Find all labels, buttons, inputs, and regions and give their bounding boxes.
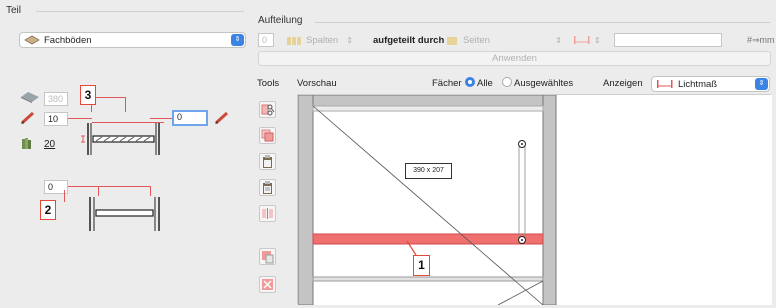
right-offset-field[interactable]: 0 bbox=[172, 110, 208, 126]
dimension-line bbox=[91, 97, 126, 98]
copy-icon bbox=[261, 129, 274, 142]
delete-icon bbox=[262, 279, 273, 290]
annotation-badge-1: 1 bbox=[413, 255, 430, 276]
measure-icon bbox=[574, 36, 590, 44]
measure-type-select[interactable]: ⇕ bbox=[573, 33, 607, 47]
copy-tool-button[interactable] bbox=[259, 127, 276, 144]
dimension-line bbox=[68, 118, 92, 119]
size-label-box: 390 x 207 bbox=[405, 163, 452, 179]
measure-icon bbox=[657, 80, 673, 88]
clipboard-icon bbox=[263, 155, 272, 168]
teil-section-title: Teil bbox=[6, 5, 22, 16]
tools-label: Tools bbox=[257, 78, 280, 89]
chevron-updown-icon: ⇕ bbox=[555, 36, 562, 45]
show-select[interactable]: Lichtmaß ⇕ bbox=[651, 76, 770, 92]
shelf-diagram-lower bbox=[89, 197, 160, 231]
teil-select-value: Fachböden bbox=[44, 34, 92, 46]
cut-tool-button[interactable] bbox=[259, 101, 276, 118]
dimension-field[interactable]: 380 bbox=[44, 92, 68, 106]
annotation-badge-3: 3 bbox=[80, 85, 96, 105]
radio-selected[interactable]: Ausgewähltes bbox=[502, 77, 573, 89]
thickness-field[interactable]: 10 bbox=[44, 112, 68, 126]
side-panel-icon bbox=[447, 36, 457, 45]
aufteilung-count-field[interactable]: 0 bbox=[258, 33, 274, 47]
paste-special-tool-button[interactable] bbox=[259, 179, 276, 196]
aufteilung-section-title: Aufteilung bbox=[258, 15, 303, 26]
spalten-label: Spalten bbox=[306, 35, 339, 46]
scissors-icon bbox=[261, 104, 275, 116]
radio-selected-indicator bbox=[502, 77, 512, 87]
seiten-label: Seiten bbox=[463, 35, 490, 46]
spalten-select[interactable]: Spalten ⇕ bbox=[286, 33, 366, 48]
faecher-label: Fächer bbox=[432, 78, 462, 89]
chevron-updown-icon: ⇕ bbox=[346, 36, 353, 45]
preview-label: Vorschau bbox=[297, 78, 337, 89]
show-label: Anzeigen bbox=[603, 78, 643, 89]
teil-divider bbox=[36, 11, 244, 12]
chevron-updown-icon: ⇕ bbox=[755, 78, 768, 90]
divided-by-label: aufgeteilt durch bbox=[373, 35, 445, 46]
preview-canvas[interactable]: 390 x 207 1 bbox=[297, 94, 772, 306]
radio-selected-label: Ausgewähltes bbox=[514, 78, 574, 89]
dimension-line bbox=[125, 97, 126, 112]
chevron-updown-icon: ⇕ bbox=[231, 34, 244, 46]
chevron-updown-icon: ⇕ bbox=[594, 35, 601, 45]
seiten-select[interactable]: Seiten ⇕ bbox=[446, 33, 566, 48]
paste-tool-button[interactable] bbox=[259, 153, 276, 170]
annotation-badge-2: 2 bbox=[40, 200, 56, 220]
dimension-line bbox=[68, 186, 150, 187]
pencil-icon[interactable] bbox=[20, 111, 36, 125]
aufteilung-formula-field[interactable] bbox=[614, 33, 722, 47]
columns-icon bbox=[287, 36, 301, 45]
shelf-diagram-upper bbox=[81, 123, 160, 155]
teil-select[interactable]: Fachböden ⇕ bbox=[19, 32, 246, 48]
split-tool-button[interactable] bbox=[259, 205, 276, 222]
cabinet-drawing bbox=[297, 94, 772, 306]
split-icon bbox=[262, 208, 273, 219]
insert-tool-button[interactable] bbox=[259, 248, 276, 265]
radio-all-label: Alle bbox=[477, 78, 493, 89]
shelf-count-link[interactable]: 20 bbox=[44, 139, 55, 150]
apply-button[interactable]: Anwenden bbox=[258, 51, 771, 66]
insert-page-icon bbox=[262, 251, 274, 264]
delete-tool-button[interactable] bbox=[259, 276, 276, 293]
books-icon bbox=[22, 138, 31, 149]
radio-all-indicator bbox=[465, 77, 475, 87]
dimension-line bbox=[150, 118, 172, 119]
aufteilung-divider bbox=[315, 22, 770, 23]
clipboard-list-icon bbox=[263, 181, 272, 194]
annotation-leader bbox=[64, 190, 65, 202]
dimension-icon bbox=[21, 92, 39, 103]
unit-label: #⇒mm bbox=[747, 35, 775, 45]
pencil-icon[interactable] bbox=[214, 111, 230, 125]
shelf-icon bbox=[24, 35, 40, 45]
radio-all[interactable]: Alle bbox=[465, 77, 493, 89]
show-select-value: Lichtmaß bbox=[678, 78, 718, 90]
